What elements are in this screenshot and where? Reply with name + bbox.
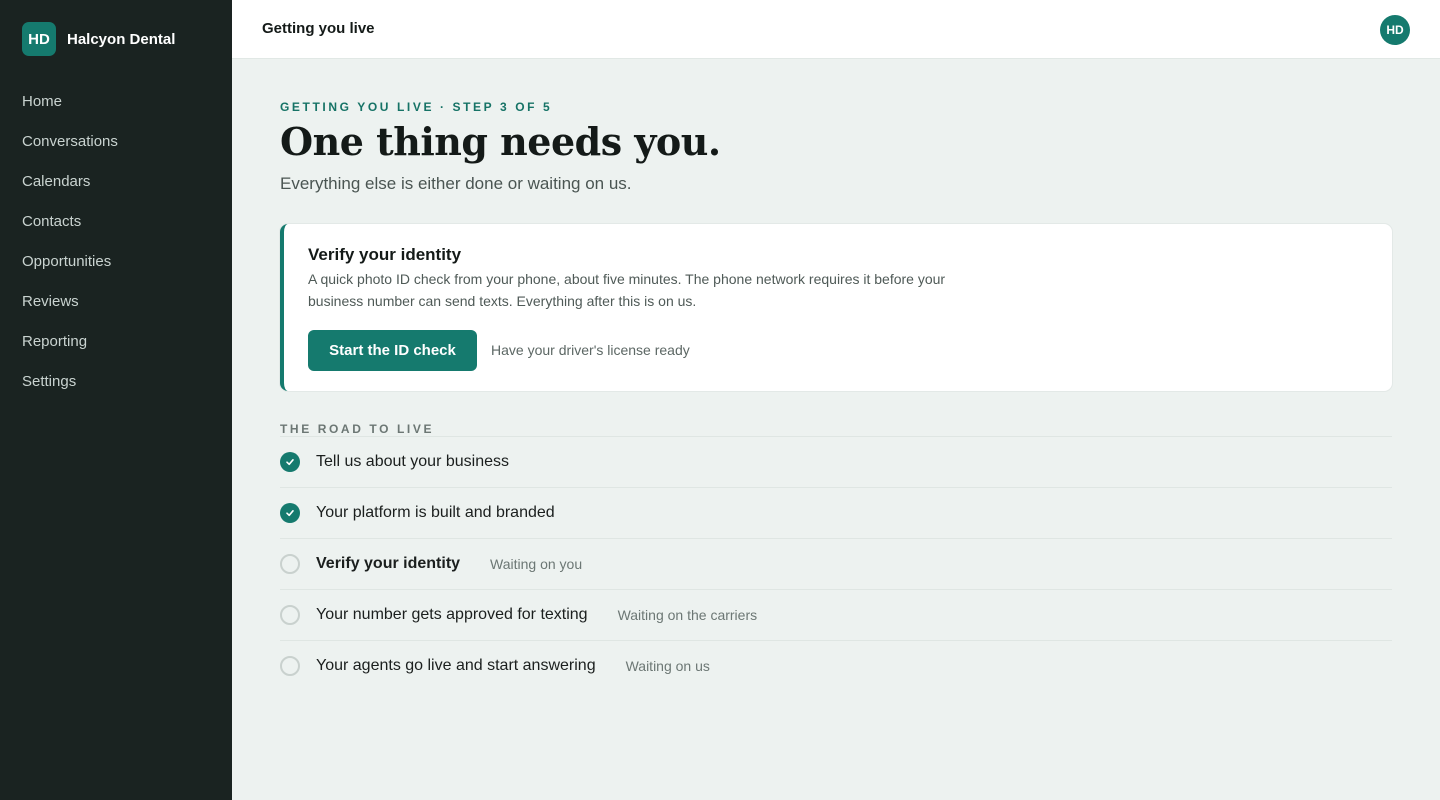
empty-circle-icon xyxy=(280,656,300,676)
brand-logo: HD xyxy=(22,22,56,56)
user-avatar[interactable]: HD xyxy=(1380,15,1410,45)
step-item: Your agents go live and start answering … xyxy=(280,640,1392,691)
empty-circle-icon xyxy=(280,554,300,574)
sidebar-item-contacts[interactable]: Contacts xyxy=(0,202,232,242)
action-card-hint: Have your driver's license ready xyxy=(491,342,690,358)
step-label: Your platform is built and branded xyxy=(316,504,555,521)
sidebar-nav: Home Conversations Calendars Contacts Op… xyxy=(0,82,232,402)
step-label: Verify your identity xyxy=(316,555,461,572)
headline: One thing needs you. xyxy=(280,119,721,164)
road-section-label: THE ROAD TO LIVE xyxy=(280,422,435,436)
step-item: Your platform is built and branded xyxy=(280,487,1392,538)
page-title: Getting you live xyxy=(262,20,375,37)
step-status: Waiting on you xyxy=(490,556,583,572)
step-item: Your number gets approved for texting Wa… xyxy=(280,589,1392,640)
step-eyebrow: GETTING YOU LIVE · STEP 3 OF 5 xyxy=(280,100,553,114)
sidebar-item-settings[interactable]: Settings xyxy=(0,362,232,402)
step-item: Tell us about your business xyxy=(280,436,1392,487)
step-label: Tell us about your business xyxy=(316,453,509,470)
action-card-title: Verify your identity xyxy=(308,245,462,264)
action-card-description: A quick photo ID check from your phone, … xyxy=(308,271,946,309)
sidebar-item-opportunities[interactable]: Opportunities xyxy=(0,242,232,282)
top-bar: Getting you live HD xyxy=(232,0,1440,59)
subheadline: Everything else is either done or waitin… xyxy=(280,174,632,193)
step-status: Waiting on the carriers xyxy=(617,607,758,623)
steps-list: Tell us about your business Your platfor… xyxy=(280,436,1392,691)
step-label: Your number gets approved for texting xyxy=(316,606,588,623)
sidebar: HD Halcyon Dental Home Conversations Cal… xyxy=(0,0,232,800)
empty-circle-icon xyxy=(280,605,300,625)
sidebar-item-reviews[interactable]: Reviews xyxy=(0,282,232,322)
sidebar-item-conversations[interactable]: Conversations xyxy=(0,122,232,162)
start-id-check-button[interactable]: Start the ID check xyxy=(308,330,477,371)
check-circle-icon xyxy=(280,503,300,523)
step-label: Your agents go live and start answering xyxy=(316,657,596,674)
sidebar-item-home[interactable]: Home xyxy=(0,82,232,122)
step-item-current: Verify your identity Waiting on you xyxy=(280,538,1392,589)
brand[interactable]: HD Halcyon Dental xyxy=(22,22,175,56)
check-circle-icon xyxy=(280,452,300,472)
action-card: Verify your identity A quick photo ID ch… xyxy=(280,224,1392,391)
sidebar-item-calendars[interactable]: Calendars xyxy=(0,162,232,202)
sidebar-item-reporting[interactable]: Reporting xyxy=(0,322,232,362)
brand-name: Halcyon Dental xyxy=(67,30,176,48)
step-status: Waiting on us xyxy=(625,658,710,674)
